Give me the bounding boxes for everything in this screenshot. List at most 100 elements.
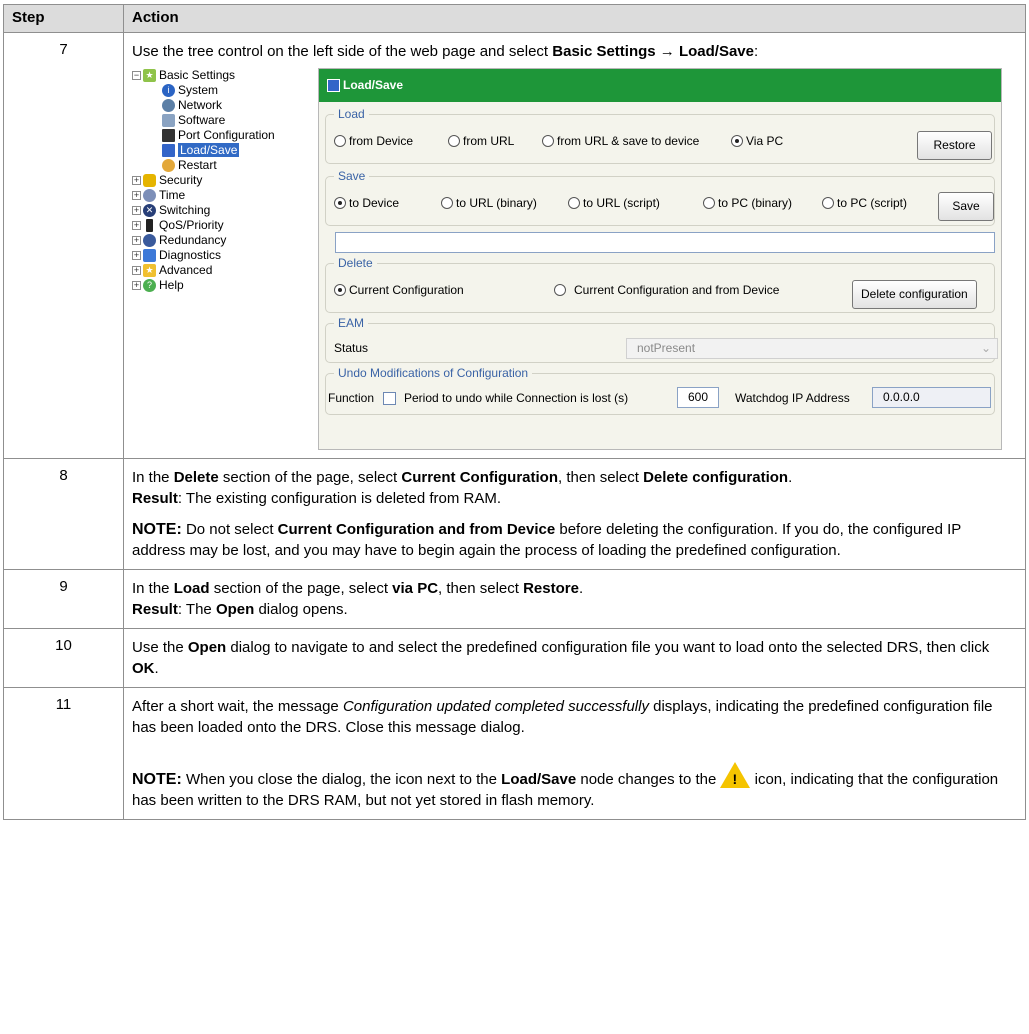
panel-header: Load/Save [319, 69, 1001, 102]
radio-button[interactable] [822, 197, 834, 210]
radio-to-device[interactable]: to Device [334, 193, 399, 214]
step-action: After a short wait, the message Configur… [123, 687, 1026, 820]
section-legend: Undo Modifications of Configuration [338, 366, 529, 380]
radio-to-url-script[interactable]: to URL (script) [568, 193, 660, 214]
function-checkbox-wrap[interactable] [383, 388, 396, 409]
text-run: In the [132, 469, 174, 486]
radio-button[interactable] [334, 135, 346, 148]
tree-node-port-configuration[interactable]: Port Configuration [132, 128, 312, 143]
expand-icon[interactable]: + [132, 281, 141, 291]
expand-icon[interactable]: + [132, 206, 141, 216]
tree-node-software[interactable]: Software [132, 113, 312, 128]
diagnostics-icon [143, 249, 156, 263]
radio-to-pc-binary[interactable]: to PC (binary) [703, 193, 792, 214]
radio-button[interactable] [568, 197, 580, 210]
text-run: section of the page, select [209, 580, 393, 597]
load-section: Load from Device from URL from URL & sav… [325, 104, 995, 164]
tree-label: Switching [159, 203, 211, 217]
bold-run: Current Configuration and from Device [277, 521, 556, 538]
radio-current-configuration-and-device[interactable]: Current Configuration and from Device [554, 280, 779, 301]
tree-node-diagnostics[interactable]: + Diagnostics [132, 248, 312, 263]
bold-run: Load/Save [501, 771, 577, 788]
step-text: Use the tree control on the left side of… [132, 41, 1017, 62]
note-label: NOTE: [132, 771, 182, 788]
embedded-screenshot: − ★ Basic Settings i System Network Softwar… [132, 68, 1017, 450]
tree-node-network[interactable]: Network [132, 98, 312, 113]
expand-icon[interactable]: + [132, 236, 141, 246]
section-legend: EAM [338, 316, 365, 330]
step-number: 10 [3, 628, 124, 688]
tree-node-system[interactable]: i System [132, 83, 312, 98]
step-number: 8 [3, 458, 124, 570]
steps-table: Step Action 7 Use the tree control on th… [3, 4, 1026, 820]
tree-node-security[interactable]: + Security [132, 173, 312, 188]
tree-node-load-save[interactable]: Load/Save [132, 143, 312, 158]
radio-button[interactable] [448, 135, 460, 148]
step-action: Use the Open dialog to navigate to and s… [123, 628, 1026, 688]
text-run: When you close the dialog, the icon next… [181, 771, 502, 788]
radio-button[interactable] [554, 284, 566, 297]
bold-run: Restore [523, 580, 579, 597]
function-checkbox[interactable] [383, 391, 396, 405]
radio-from-url-save[interactable]: from URL & save to device [542, 131, 699, 152]
radio-via-pc[interactable]: Via PC [731, 131, 783, 152]
radio-current-configuration[interactable]: Current Configuration [334, 280, 464, 301]
expand-icon[interactable]: + [132, 251, 141, 261]
header-step: Step [3, 4, 124, 33]
save-section: Save to Device to URL (binary) to URL (s… [325, 166, 995, 226]
undo-section: Undo Modifications of Configuration Func… [325, 363, 995, 415]
tree-node-help[interactable]: +? Help [132, 278, 312, 293]
eam-row: Status notPresent ⌄ [334, 334, 998, 362]
watchdog-input[interactable]: 0.0.0.0 [872, 387, 991, 408]
radio-button[interactable] [703, 197, 715, 210]
tree-label: Load/Save [178, 143, 240, 157]
status-select[interactable]: notPresent ⌄ [626, 338, 998, 359]
chevron-down-icon: ⌄ [980, 341, 991, 355]
header-action: Action [123, 4, 1026, 33]
tree-node-switching[interactable]: + ✕ Switching [132, 203, 312, 218]
table-row: 11 After a short wait, the message Confi… [3, 687, 1026, 820]
network-icon [162, 99, 175, 113]
expand-icon[interactable]: + [132, 191, 141, 201]
tree-node-redundancy[interactable]: + Redundancy [132, 233, 312, 248]
tree-label: Network [178, 98, 223, 112]
tree-node-time[interactable]: + Time [132, 188, 312, 203]
radio-button[interactable] [334, 284, 346, 297]
delete-section: Delete Current Configuration Current Con… [325, 253, 995, 313]
tree-node-advanced[interactable]: + ★ Advanced [132, 263, 312, 278]
software-icon [162, 114, 175, 128]
radio-from-device[interactable]: from Device [334, 131, 413, 152]
tree-label: System [178, 83, 219, 97]
bold-run: Open [215, 601, 255, 618]
expand-icon[interactable]: + [132, 266, 141, 276]
watchdog-label: Watchdog IP Address [735, 390, 850, 405]
radio-label: from URL & save to device [557, 133, 700, 148]
radio-button[interactable] [542, 135, 554, 148]
tree-label: Port Configuration [178, 128, 275, 142]
save-options: to Device to URL (binary) to URL (script… [334, 187, 994, 221]
restore-button[interactable]: Restore [917, 131, 992, 160]
radio-button[interactable] [731, 135, 743, 148]
tree-node-qos-priority[interactable]: + QoS/Priority [132, 218, 312, 233]
italic-run: Configuration updated completed successf… [342, 698, 649, 715]
radio-button[interactable] [334, 197, 346, 210]
radio-to-pc-script[interactable]: to PC (script) [822, 193, 907, 214]
radio-to-url-binary[interactable]: to URL (binary) [441, 193, 537, 214]
radio-from-url[interactable]: from URL [448, 131, 514, 152]
tree-node-restart[interactable]: Restart [132, 158, 312, 173]
collapse-icon[interactable]: − [132, 71, 141, 81]
period-label: Period to undo while Connection is lost … [404, 390, 629, 405]
switch-icon: ✕ [143, 204, 156, 218]
radio-label: to Device [349, 195, 400, 210]
text-run: dialog opens. [254, 601, 348, 618]
delete-configuration-button[interactable]: Delete configuration [852, 280, 977, 309]
radio-button[interactable] [441, 197, 453, 210]
save-button[interactable]: Save [938, 192, 994, 221]
period-input[interactable]: 600 [677, 387, 719, 408]
expand-icon[interactable]: + [132, 176, 141, 186]
url-input[interactable] [335, 232, 995, 253]
info-icon: i [162, 84, 175, 98]
expand-icon[interactable]: + [132, 221, 141, 231]
tree-node-basic-settings[interactable]: − ★ Basic Settings [132, 68, 312, 83]
text-run: node changes to the [576, 771, 721, 788]
